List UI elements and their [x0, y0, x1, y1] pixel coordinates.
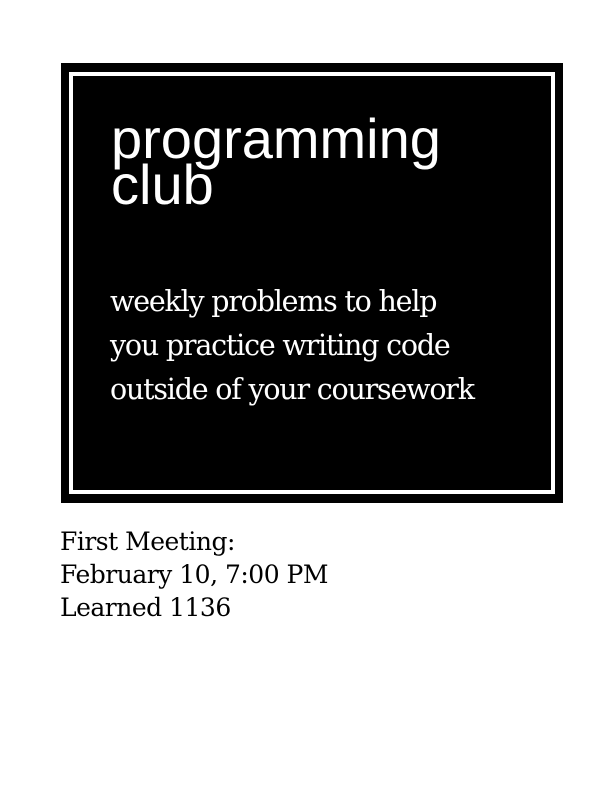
meeting-date-time: February 10, 7:00 PM — [60, 560, 328, 589]
poster-tagline-line-1: weekly problems to help — [110, 285, 437, 318]
meeting-location: Learned 1136 — [60, 593, 231, 622]
poster-box: programming club weekly problems to help… — [61, 63, 563, 503]
poster-tagline: weekly problems to help you practice wri… — [110, 280, 475, 412]
meeting-info: First Meeting: February 10, 7:00 PM Lear… — [60, 525, 328, 624]
meeting-heading: First Meeting: — [60, 527, 235, 556]
poster-inner-frame: programming club weekly problems to help… — [69, 72, 555, 494]
poster-tagline-line-3: outside of your coursework — [110, 373, 475, 406]
poster-tagline-line-2: you practice writing code — [110, 329, 451, 362]
poster-title: programming club — [111, 111, 441, 213]
